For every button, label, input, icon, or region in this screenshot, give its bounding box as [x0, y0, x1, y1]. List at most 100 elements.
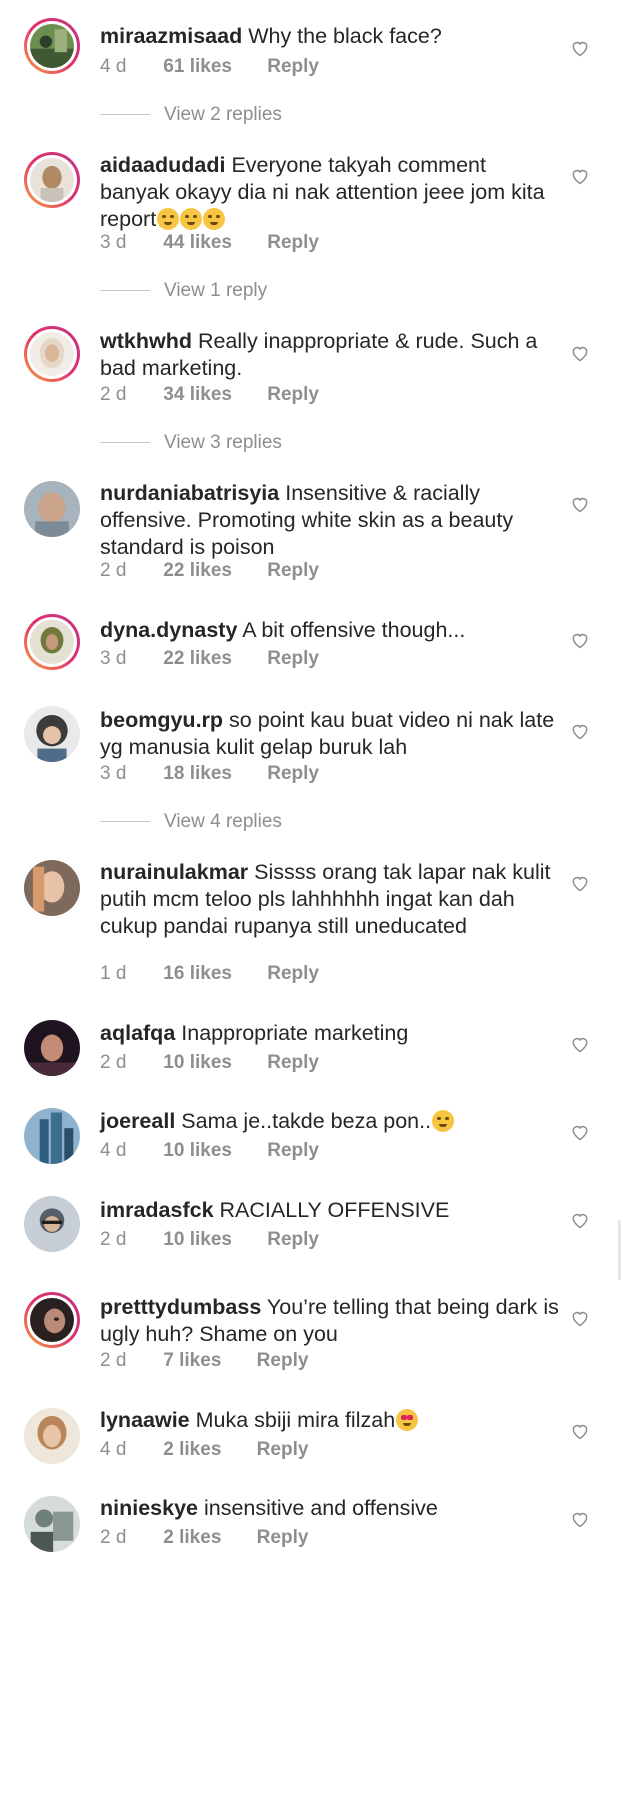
comment-body: A bit offensive though...: [242, 618, 466, 642]
comment-time: 4 d: [100, 1439, 127, 1460]
comment-username[interactable]: ninieskye: [100, 1496, 198, 1520]
heart-outline-icon[interactable]: [570, 873, 590, 893]
view-replies-link[interactable]: View 4 replies: [100, 811, 282, 833]
comment-text: pretttydumbass You’re telling that being…: [100, 1294, 560, 1348]
avatar[interactable]: [24, 1496, 80, 1552]
comment-time: 3 d: [100, 232, 127, 253]
comment-likes[interactable]: 10 likes: [163, 1052, 232, 1074]
avatar[interactable]: [24, 481, 80, 537]
comment-meta: 3 d 44 likes Reply: [100, 232, 319, 254]
heart-outline-icon[interactable]: [570, 1308, 590, 1328]
view-replies-link[interactable]: View 1 reply: [100, 280, 267, 302]
comment-time: 2 d: [100, 384, 127, 405]
reply-button[interactable]: Reply: [267, 1229, 319, 1251]
avatar[interactable]: [24, 18, 80, 74]
heart-outline-icon[interactable]: [570, 38, 590, 58]
kissing-face-icon: [180, 208, 203, 230]
comment-time: 2 d: [100, 1527, 127, 1548]
avatar[interactable]: [24, 326, 80, 382]
comment-username[interactable]: joereall: [100, 1109, 175, 1133]
comment-likes[interactable]: 61 likes: [163, 56, 232, 78]
heart-outline-icon[interactable]: [570, 630, 590, 650]
avatar[interactable]: [24, 1108, 80, 1164]
comment-likes[interactable]: 2 likes: [163, 1527, 221, 1549]
reply-button[interactable]: Reply: [267, 648, 319, 670]
comment-time: 3 d: [100, 648, 127, 669]
avatar[interactable]: [24, 614, 80, 670]
avatar[interactable]: [24, 1408, 80, 1464]
reply-button[interactable]: Reply: [267, 384, 319, 406]
comment-time: 1 d: [100, 963, 127, 984]
reply-button[interactable]: Reply: [267, 560, 319, 582]
comment-meta: 3 d 18 likes Reply: [100, 763, 319, 785]
comment-username[interactable]: imradasfck: [100, 1198, 214, 1222]
heart-outline-icon[interactable]: [570, 1034, 590, 1054]
avatar[interactable]: [24, 860, 80, 916]
reply-button[interactable]: Reply: [267, 56, 319, 78]
heart-outline-icon[interactable]: [570, 1122, 590, 1142]
comment-username[interactable]: wtkhwhd: [100, 329, 192, 353]
kissing-face-icon: [203, 208, 226, 230]
avatar[interactable]: [24, 706, 80, 762]
reply-button[interactable]: Reply: [267, 1140, 319, 1162]
heart-outline-icon[interactable]: [570, 1421, 590, 1441]
comment-text: joereall Sama je..takde beza pon..: [100, 1108, 560, 1135]
comment-username[interactable]: pretttydumbass: [100, 1295, 261, 1319]
reply-button[interactable]: Reply: [267, 963, 319, 985]
comment-username[interactable]: lynaawie: [100, 1408, 190, 1432]
comment-text: dyna.dynasty A bit offensive though...: [100, 617, 560, 644]
reply-button[interactable]: Reply: [257, 1439, 309, 1461]
avatar[interactable]: [24, 1196, 80, 1252]
comment-meta: 4 d 2 likes Reply: [100, 1439, 308, 1461]
comment-body: Why the black face?: [248, 24, 442, 48]
comment-likes[interactable]: 18 likes: [163, 763, 232, 785]
heart-outline-icon[interactable]: [570, 721, 590, 741]
comment-username[interactable]: dyna.dynasty: [100, 618, 237, 642]
comment-likes[interactable]: 22 likes: [163, 560, 232, 582]
comment-time: 2 d: [100, 1229, 127, 1250]
heart-outline-icon[interactable]: [570, 1509, 590, 1529]
comment-likes[interactable]: 10 likes: [163, 1140, 232, 1162]
comment-meta: 2 d 22 likes Reply: [100, 560, 319, 582]
heart-outline-icon[interactable]: [570, 343, 590, 363]
scrollbar[interactable]: [618, 1220, 621, 1280]
comment-text: aidaadudadi Everyone takyah comment bany…: [100, 152, 560, 233]
comment-likes[interactable]: 44 likes: [163, 232, 232, 254]
heart-eyes-face-icon: [396, 1409, 419, 1431]
heart-outline-icon[interactable]: [570, 1210, 590, 1230]
comment-username[interactable]: beomgyu.rp: [100, 708, 223, 732]
comment-meta: 4 d 61 likes Reply: [100, 56, 319, 78]
comment-likes[interactable]: 2 likes: [163, 1439, 221, 1461]
avatar[interactable]: [24, 1292, 80, 1348]
reply-button[interactable]: Reply: [267, 232, 319, 254]
comment-username[interactable]: aqlafqa: [100, 1021, 175, 1045]
avatar[interactable]: [24, 152, 80, 208]
comment-text: ninieskye insensitive and offensive: [100, 1495, 560, 1522]
comment-username[interactable]: miraazmisaad: [100, 24, 242, 48]
comment-likes[interactable]: 16 likes: [163, 963, 232, 985]
reply-button[interactable]: Reply: [267, 763, 319, 785]
view-replies-link[interactable]: View 3 replies: [100, 432, 282, 454]
view-replies-link[interactable]: View 2 replies: [100, 104, 282, 126]
comment-text: wtkhwhd Really inappropriate & rude. Suc…: [100, 328, 560, 382]
reply-button[interactable]: Reply: [257, 1527, 309, 1549]
view-replies-label: View 2 replies: [164, 104, 282, 125]
comment-meta: 4 d 10 likes Reply: [100, 1140, 319, 1162]
comment-username[interactable]: nurainulakmar: [100, 860, 248, 884]
view-replies-label: View 3 replies: [164, 432, 282, 453]
comment-text: miraazmisaad Why the black face?: [100, 23, 560, 50]
comment-username[interactable]: nurdaniabatrisyia: [100, 481, 279, 505]
heart-outline-icon[interactable]: [570, 166, 590, 186]
heart-outline-icon[interactable]: [570, 494, 590, 514]
comment-text: imradasfck RACIALLY OFFENSIVE: [100, 1197, 560, 1224]
reply-button[interactable]: Reply: [257, 1350, 309, 1372]
reply-button[interactable]: Reply: [267, 1052, 319, 1074]
thinking-face-icon: [432, 1110, 455, 1132]
comment-likes[interactable]: 7 likes: [163, 1350, 221, 1372]
comment-username[interactable]: aidaadudadi: [100, 153, 225, 177]
kissing-face-icon: [157, 208, 180, 230]
avatar[interactable]: [24, 1020, 80, 1076]
comment-likes[interactable]: 22 likes: [163, 648, 232, 670]
comment-likes[interactable]: 34 likes: [163, 384, 232, 406]
comment-likes[interactable]: 10 likes: [163, 1229, 232, 1251]
